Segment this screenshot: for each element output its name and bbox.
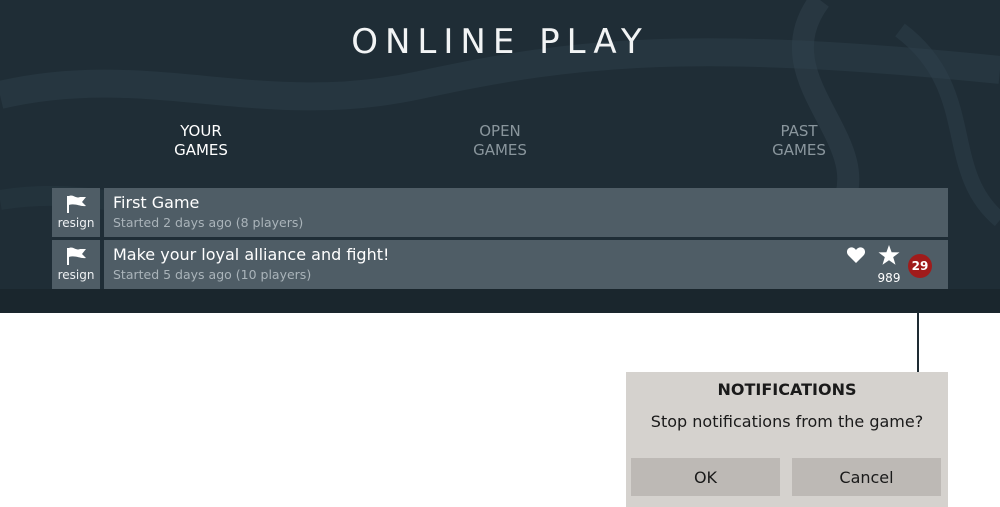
game-title: First Game [113, 193, 200, 212]
resign-label: resign [57, 216, 95, 230]
callout-connector [917, 312, 919, 374]
flag-icon [67, 247, 86, 265]
tab-open-games[interactable]: OPEN GAMES [420, 122, 580, 160]
panel-footer [0, 289, 1000, 313]
star-count: 989 [877, 271, 901, 285]
flag-icon [67, 195, 86, 213]
star-icon[interactable] [878, 245, 900, 265]
resign-button[interactable]: resign [52, 188, 100, 237]
game-subtitle: Started 2 days ago (8 players) [113, 215, 304, 230]
tab-label-line1: PAST [780, 122, 818, 140]
game-card[interactable]: First Game Started 2 days ago (8 players… [104, 188, 948, 237]
dialog-message: Stop notifications from the game? [650, 412, 924, 431]
cancel-button[interactable]: Cancel [792, 458, 941, 496]
game-row: resign First Game Started 2 days ago (8 … [52, 188, 948, 237]
notifications-dialog: NOTIFICATIONS Stop notifications from th… [626, 372, 948, 507]
resign-button[interactable]: resign [52, 240, 100, 289]
tab-label-line1: OPEN [479, 122, 521, 140]
game-card[interactable]: Make your loyal alliance and fight! Star… [104, 240, 948, 289]
ok-button[interactable]: OK [631, 458, 780, 496]
tab-past-games[interactable]: PAST GAMES [719, 122, 879, 160]
tab-your-games[interactable]: YOUR GAMES [121, 122, 281, 160]
game-title: Make your loyal alliance and fight! [113, 245, 390, 264]
tab-label-line2: GAMES [473, 141, 527, 159]
game-row: resign Make your loyal alliance and figh… [52, 240, 948, 289]
game-subtitle: Started 5 days ago (10 players) [113, 267, 312, 282]
page-title: ONLINE PLAY [351, 22, 649, 62]
online-play-panel: ONLINE PLAY YOUR GAMES OPEN GAMES PAST G… [0, 0, 1000, 313]
tab-label-line1: YOUR [180, 122, 222, 140]
tab-label-line2: GAMES [174, 141, 228, 159]
notification-badge[interactable]: 29 [908, 254, 932, 278]
tab-label-line2: GAMES [772, 141, 826, 159]
dialog-title: NOTIFICATIONS [717, 380, 857, 399]
resign-label: resign [57, 268, 95, 282]
heart-icon[interactable] [846, 246, 866, 264]
